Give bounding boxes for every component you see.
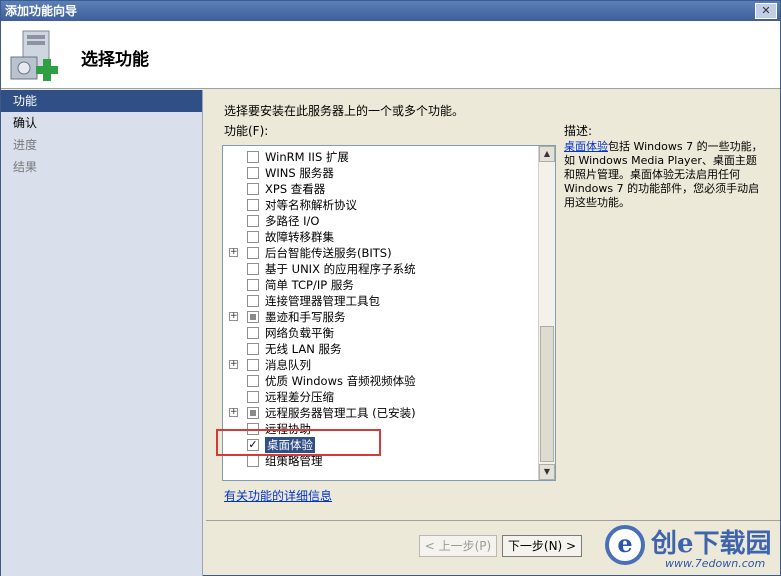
- feature-checkbox[interactable]: [247, 247, 259, 259]
- scroll-down-button[interactable]: ▼: [539, 464, 555, 480]
- feature-label: 后台智能传送服务(BITS): [265, 246, 392, 260]
- feature-checkbox[interactable]: [247, 295, 259, 307]
- feature-checkbox[interactable]: [247, 311, 259, 323]
- description-label: 描述:: [564, 124, 593, 138]
- feature-checkbox[interactable]: [247, 375, 259, 387]
- feature-row[interactable]: XPS 查看器: [223, 181, 539, 197]
- feature-row[interactable]: 网络负载平衡: [223, 325, 539, 341]
- feature-row[interactable]: 连接管理器管理工具包: [223, 293, 539, 309]
- expand-toggle-icon[interactable]: +: [229, 360, 238, 369]
- close-button[interactable]: ✕: [755, 3, 777, 19]
- feature-row[interactable]: 无线 LAN 服务: [223, 341, 539, 357]
- feature-checkbox[interactable]: [247, 183, 259, 195]
- scroll-up-button[interactable]: ▲: [539, 146, 555, 162]
- feature-checkbox[interactable]: [247, 263, 259, 275]
- nav-step-features[interactable]: 功能: [1, 90, 202, 112]
- feature-checkbox[interactable]: [247, 359, 259, 371]
- feature-row[interactable]: + 墨迹和手写服务: [223, 309, 539, 325]
- window-title: 添加功能向导: [5, 4, 78, 18]
- nav-step-confirm[interactable]: 确认: [1, 112, 202, 134]
- feature-label: 网络负载平衡: [265, 326, 334, 340]
- feature-checkbox[interactable]: [247, 343, 259, 355]
- feature-label: 多路径 I/O: [265, 214, 320, 228]
- feature-checkbox[interactable]: [247, 327, 259, 339]
- server-add-icon: [10, 30, 58, 81]
- feature-label: 简单 TCP/IP 服务: [265, 278, 354, 292]
- feature-label: 消息队列: [265, 358, 311, 372]
- nav-step-progress: 进度: [13, 138, 38, 152]
- feature-label: 远程差分压缩: [265, 390, 334, 404]
- expand-toggle-icon[interactable]: +: [229, 312, 238, 321]
- scroll-thumb[interactable]: [540, 326, 554, 462]
- feature-checkbox[interactable]: [247, 199, 259, 211]
- feature-row[interactable]: + 消息队列: [223, 357, 539, 373]
- feature-label: 对等名称解析协议: [265, 198, 357, 212]
- wizard-header: 选择功能: [1, 21, 780, 89]
- description-text: 桌面体验包括 Windows 7 的一些功能，如 Windows Media P…: [564, 140, 764, 210]
- feature-label: 无线 LAN 服务: [265, 342, 342, 356]
- feature-row[interactable]: WinRM IIS 扩展: [223, 149, 539, 165]
- feature-row[interactable]: WINS 服务器: [223, 165, 539, 181]
- feature-label: XPS 查看器: [265, 182, 326, 196]
- feature-label: WinRM IIS 扩展: [265, 150, 349, 164]
- features-label: 功能(F):: [224, 124, 269, 138]
- expand-toggle-icon[interactable]: +: [229, 408, 238, 417]
- watermark-text: 创e下载园: [651, 529, 772, 559]
- feature-row[interactable]: 远程差分压缩: [223, 389, 539, 405]
- next-button[interactable]: 下一步(N) >: [502, 535, 582, 557]
- feature-label: WINS 服务器: [265, 166, 334, 180]
- watermark-url: www.7edown.com: [665, 557, 766, 570]
- features-scrollbar[interactable]: ▲ ▼: [538, 146, 555, 480]
- feature-label: 基于 UNIX 的应用程序子系统: [265, 262, 416, 276]
- feature-checkbox[interactable]: [247, 279, 259, 291]
- more-info-link[interactable]: 有关功能的详细信息: [224, 487, 332, 504]
- nav-step-results: 结果: [13, 160, 38, 174]
- annotation-highlight-box: [216, 429, 381, 456]
- feature-row[interactable]: 简单 TCP/IP 服务: [223, 277, 539, 293]
- feature-row[interactable]: 故障转移群集: [223, 229, 539, 245]
- feature-row[interactable]: + 远程服务器管理工具 (已安装): [223, 405, 539, 421]
- watermark-e-icon: e: [605, 525, 645, 565]
- feature-row[interactable]: 优质 Windows 音频视频体验: [223, 373, 539, 389]
- feature-label: 墨迹和手写服务: [265, 310, 346, 324]
- add-features-wizard-window: 添加功能向导 ✕ 选择功能 功能 确认 进度 结果 选择要安装在此服务器上的一个…: [0, 0, 781, 576]
- watermark-logo: e 创e下载园 www.7edown.com: [601, 521, 777, 573]
- feature-row[interactable]: 多路径 I/O: [223, 213, 539, 229]
- feature-row[interactable]: 对等名称解析协议: [223, 197, 539, 213]
- title-bar: 添加功能向导 ✕: [1, 1, 780, 21]
- feature-label: 远程服务器管理工具 (已安装): [265, 406, 416, 420]
- wizard-step-nav: 功能 确认 进度 结果: [1, 90, 203, 576]
- previous-button: < 上一步(P): [419, 535, 497, 557]
- feature-label: 故障转移群集: [265, 230, 334, 244]
- features-rows: WinRM IIS 扩展 WINS 服务器 XPS 查看器对等名称解析协议 多路径 I…: [223, 146, 539, 469]
- feature-checkbox[interactable]: [247, 407, 259, 419]
- feature-checkbox[interactable]: [247, 215, 259, 227]
- feature-row[interactable]: 基于 UNIX 的应用程序子系统: [223, 261, 539, 277]
- feature-label: 连接管理器管理工具包: [265, 294, 380, 308]
- feature-checkbox[interactable]: [247, 455, 259, 467]
- feature-checkbox[interactable]: [247, 231, 259, 243]
- expand-toggle-icon[interactable]: +: [229, 248, 238, 257]
- feature-checkbox[interactable]: [247, 151, 259, 163]
- feature-row[interactable]: + 后台智能传送服务(BITS): [223, 245, 539, 261]
- page-title: 选择功能: [81, 50, 149, 70]
- intro-text: 选择要安装在此服务器上的一个或多个功能。: [224, 104, 465, 118]
- description-link[interactable]: 桌面体验: [564, 140, 608, 153]
- feature-checkbox[interactable]: [247, 167, 259, 179]
- feature-label: 优质 Windows 音频视频体验: [265, 374, 416, 388]
- feature-checkbox[interactable]: [247, 391, 259, 403]
